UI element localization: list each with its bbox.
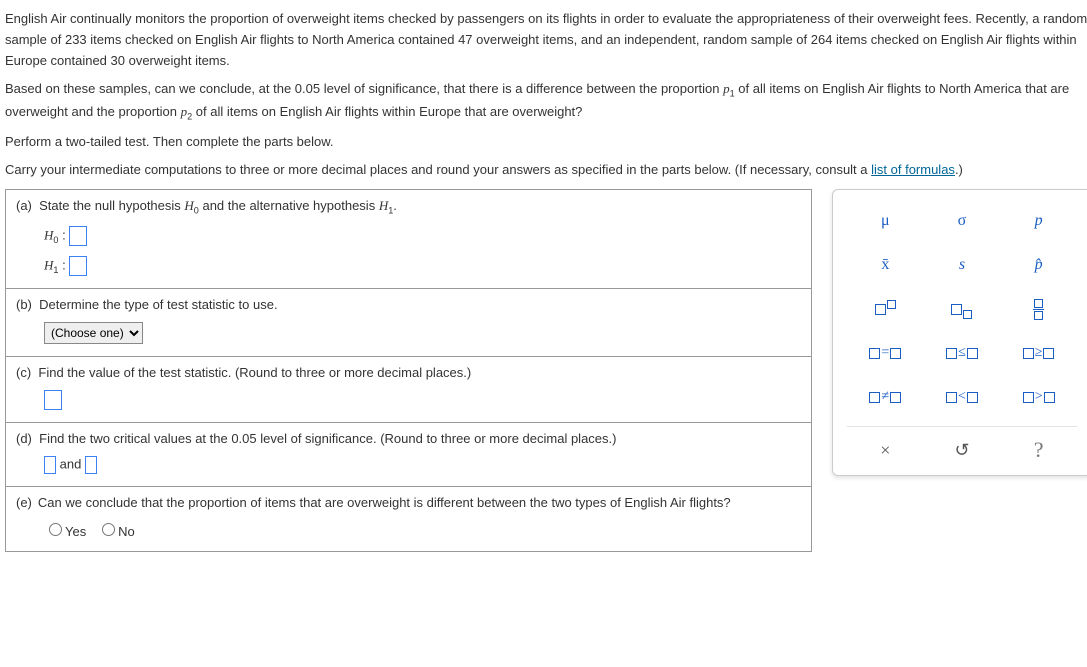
- gt-button[interactable]: >: [1010, 382, 1068, 412]
- critical-value-1-input[interactable]: [44, 456, 56, 474]
- part-c-text: Find the value of the test statistic. (R…: [38, 365, 471, 380]
- close-button[interactable]: ×: [856, 435, 914, 465]
- help-button[interactable]: ?: [1010, 435, 1068, 465]
- h0-colon: :: [62, 227, 66, 242]
- part-d-text: Find the two critical values at the 0.05…: [39, 431, 616, 446]
- intro-p2a: Based on these samples, can we conclude,…: [5, 81, 723, 96]
- part-a-text2: and the alternative hypothesis: [202, 198, 378, 213]
- intro-paragraph-2: Based on these samples, can we conclude,…: [5, 79, 1087, 123]
- critical-value-2-input[interactable]: [85, 456, 97, 474]
- part-e: (e) Can we conclude that the proportion …: [6, 487, 811, 551]
- part-b-text: Determine the type of test statistic to …: [39, 297, 277, 312]
- yes-option[interactable]: Yes: [44, 524, 86, 539]
- s-button[interactable]: s: [933, 250, 991, 280]
- intro-p4b: .): [955, 162, 963, 177]
- lte-button[interactable]: ≤: [933, 338, 991, 368]
- h0-input[interactable]: [69, 226, 87, 246]
- intro-paragraph-4: Carry your intermediate computations to …: [5, 160, 1087, 181]
- part-a-text3: .: [393, 198, 397, 213]
- intro-p4a: Carry your intermediate computations to …: [5, 162, 871, 177]
- yes-radio[interactable]: [49, 523, 62, 536]
- question-panel: (a) State the null hypothesis H0 and the…: [5, 189, 812, 552]
- part-e-label: (e): [16, 495, 32, 510]
- lt-button[interactable]: <: [933, 382, 991, 412]
- sym-h0-sub: 0: [194, 206, 199, 216]
- part-e-text: Can we conclude that the proportion of i…: [38, 495, 731, 510]
- formulas-link[interactable]: list of formulas: [871, 162, 955, 177]
- yes-label: Yes: [65, 524, 86, 539]
- test-statistic-input[interactable]: [44, 390, 62, 410]
- part-c-label: (c): [16, 365, 31, 380]
- sym-h0: H: [184, 198, 193, 213]
- p-button[interactable]: p: [1010, 206, 1068, 236]
- no-radio[interactable]: [102, 523, 115, 536]
- neq-button[interactable]: ≠: [856, 382, 914, 412]
- equals-button[interactable]: =: [856, 338, 914, 368]
- phat-button[interactable]: p̂: [1010, 250, 1068, 280]
- part-a: (a) State the null hypothesis H0 and the…: [6, 190, 811, 289]
- part-d: (d) Find the two critical values at the …: [6, 423, 811, 487]
- intro-p2c: of all items on English Air flights with…: [192, 104, 582, 119]
- mu-button[interactable]: μ: [856, 206, 914, 236]
- fraction-button[interactable]: [1010, 294, 1068, 324]
- intro-paragraph-1: English Air continually monitors the pro…: [5, 9, 1087, 71]
- reset-button[interactable]: ↺: [933, 435, 991, 465]
- no-option[interactable]: No: [97, 524, 135, 539]
- intro-paragraph-3: Perform a two-tailed test. Then complete…: [5, 132, 1087, 153]
- h1-colon: :: [62, 257, 66, 272]
- sym-h1: H: [379, 198, 388, 213]
- subscript-button[interactable]: [933, 294, 991, 324]
- part-c: (c) Find the value of the test statistic…: [6, 357, 811, 423]
- h0-line-sub: 0: [53, 235, 58, 245]
- h1-input[interactable]: [69, 256, 87, 276]
- no-label: No: [118, 524, 135, 539]
- part-b: (b) Determine the type of test statistic…: [6, 289, 811, 357]
- part-b-label: (b): [16, 297, 32, 312]
- superscript-button[interactable]: [856, 294, 914, 324]
- part-a-label: (a): [16, 198, 32, 213]
- symbol-palette: μ σ p x̄ s p̂ = ≤ ≥ ≠ < >: [832, 189, 1087, 476]
- h1-line-sym: H: [44, 257, 53, 272]
- sigma-button[interactable]: σ: [933, 206, 991, 236]
- and-text: and: [60, 456, 85, 471]
- part-d-label: (d): [16, 431, 32, 446]
- h1-line-sub: 1: [53, 265, 58, 275]
- test-statistic-select[interactable]: (Choose one): [44, 322, 143, 344]
- gte-button[interactable]: ≥: [1010, 338, 1068, 368]
- xbar-button[interactable]: x̄: [856, 250, 914, 280]
- part-a-text1: State the null hypothesis: [39, 198, 184, 213]
- h0-line-sym: H: [44, 227, 53, 242]
